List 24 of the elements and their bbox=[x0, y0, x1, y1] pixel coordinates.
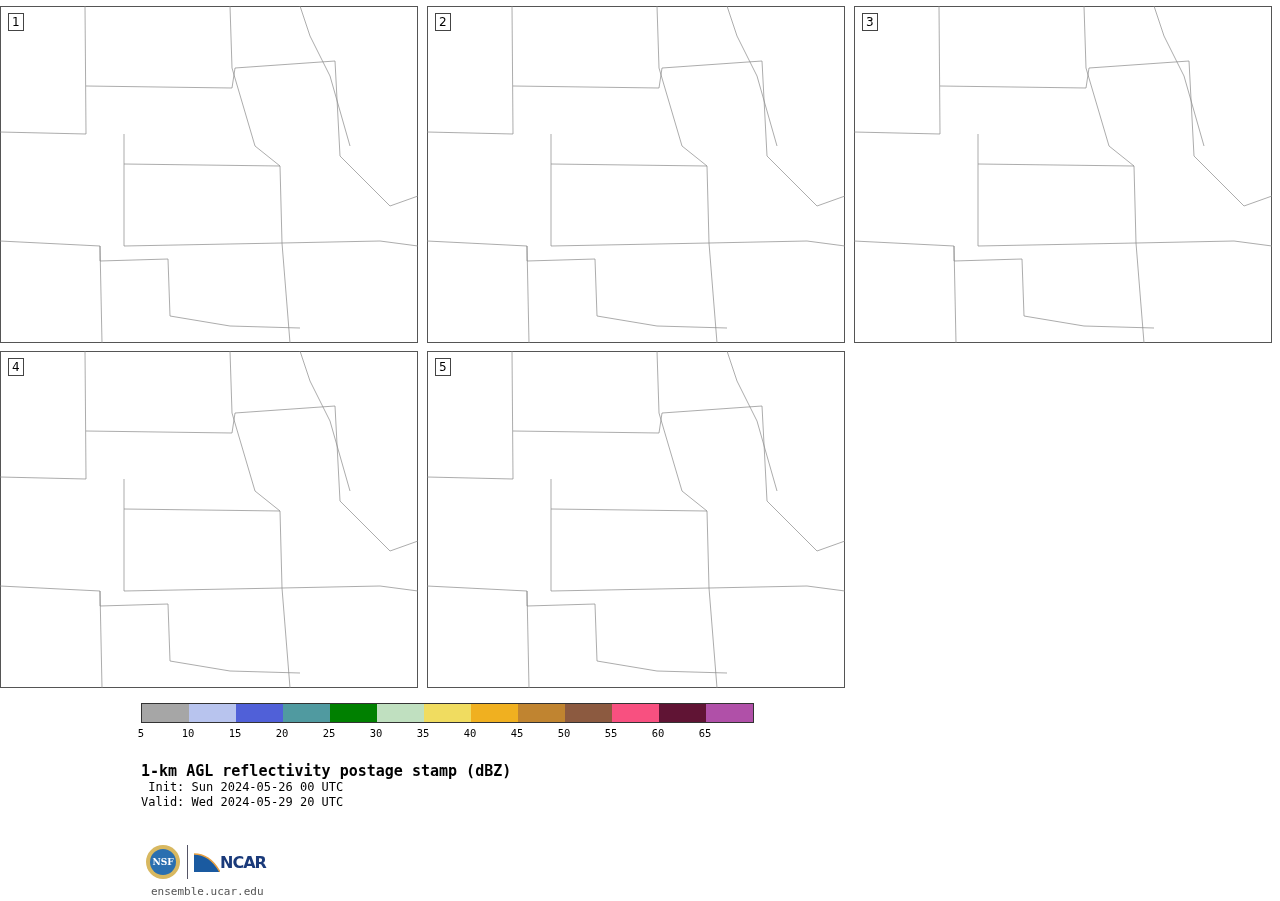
tick-label: 50 bbox=[556, 727, 572, 739]
init-time: Init: Sun 2024-05-26 00 UTC bbox=[147, 780, 345, 795]
panel-number: 3 bbox=[862, 13, 878, 31]
tick-label: 60 bbox=[650, 727, 666, 739]
tick-label: 30 bbox=[368, 727, 384, 739]
tick-label: 35 bbox=[415, 727, 431, 739]
panel-number: 1 bbox=[8, 13, 24, 31]
tick-label: 45 bbox=[509, 727, 525, 739]
tick-label: 10 bbox=[180, 727, 196, 739]
tick-label: 40 bbox=[462, 727, 478, 739]
panel-number: 5 bbox=[435, 358, 451, 376]
tick-label: 5 bbox=[136, 727, 146, 739]
tick-label: 65 bbox=[697, 727, 713, 739]
panel-number: 2 bbox=[435, 13, 451, 31]
tick-label: 15 bbox=[227, 727, 243, 739]
tick-label: 55 bbox=[603, 727, 619, 739]
panel-number: 4 bbox=[8, 358, 24, 376]
tick-label: 20 bbox=[274, 727, 290, 739]
tick-label: 25 bbox=[321, 727, 337, 739]
plot-title: 1-km AGL reflectivity postage stamp (dBZ) bbox=[141, 762, 512, 780]
nsf-logo: NSF bbox=[145, 844, 181, 880]
website-url: ensemble.ucar.edu bbox=[151, 885, 264, 898]
ncar-logo: NCAR bbox=[194, 852, 266, 872]
valid-time: Valid: Wed 2024-05-29 20 UTC bbox=[141, 795, 345, 810]
